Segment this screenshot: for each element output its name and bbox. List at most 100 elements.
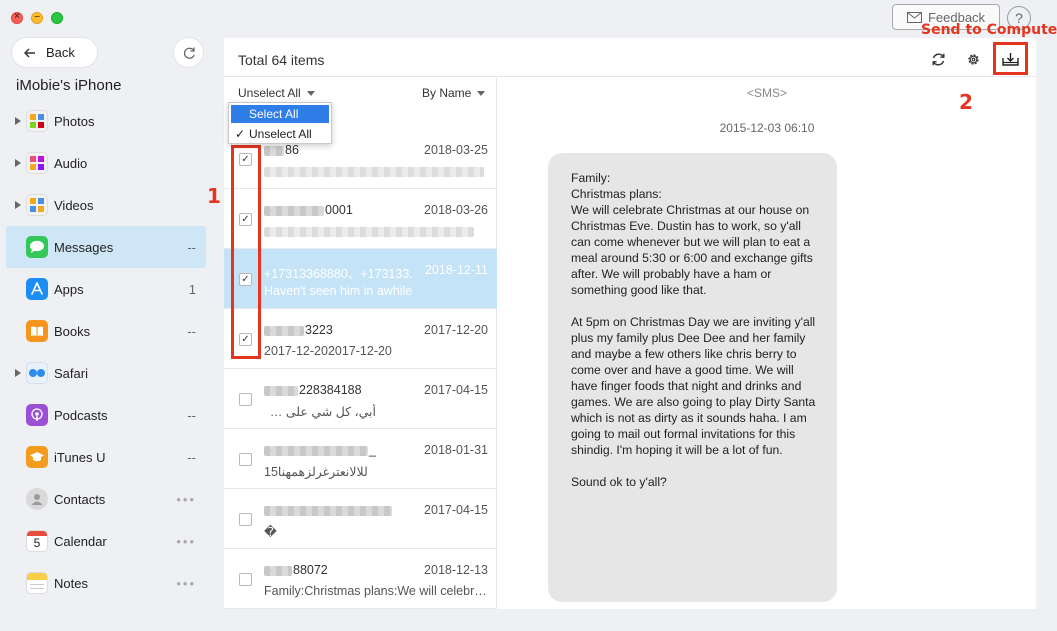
notes-icon [26, 572, 48, 594]
expand-arrow-icon[interactable] [15, 159, 21, 167]
row-checkbox[interactable] [239, 453, 252, 466]
zoom-window-button[interactable] [51, 12, 63, 24]
gear-icon [967, 53, 979, 65]
books-icon [26, 320, 48, 342]
back-button[interactable]: Back [12, 38, 97, 67]
row-checkbox[interactable] [239, 573, 252, 586]
list-item[interactable]: 228384188 2017-04-15 أبي، كل شي على ما ي… [224, 369, 497, 429]
sort-dropdown-label: By Name [422, 86, 472, 100]
device-name: iMobie's iPhone [16, 77, 122, 94]
sidebar-item-contacts[interactable]: Contacts ••• [6, 478, 206, 520]
row-preview [264, 164, 492, 178]
row-name [264, 503, 393, 517]
list-item[interactable]: _ 2018-01-31 للالانعترغرلزهمهنا15 [224, 429, 497, 489]
row-date: 2017-12-20 [424, 323, 488, 337]
total-items-label: Total 64 items [238, 52, 325, 68]
sidebar-item-calendar[interactable]: 5 Calendar ••• [6, 520, 206, 562]
sidebar-item-apps[interactable]: Apps 1 [6, 268, 206, 310]
expand-arrow-icon[interactable] [15, 369, 21, 377]
sidebar-item-label: iTunes U [54, 449, 106, 465]
main-header: Total 64 items [224, 38, 1036, 77]
apps-icon [26, 278, 48, 300]
messages-icon [26, 236, 48, 258]
sidebar-item-messages[interactable]: Messages -- [6, 226, 206, 268]
sidebar-list: Photos Audio Videos Messages -- Apps 1 B… [6, 100, 206, 604]
sidebar-item-label: Books [54, 323, 91, 339]
list-item[interactable]: ✓ 0001 2018-03-26 [224, 189, 497, 249]
sidebar-item-label: Contacts [54, 491, 106, 507]
itunes-u-icon [26, 446, 48, 468]
checkmark-icon: ✓ [235, 127, 246, 141]
settings-button[interactable] [962, 48, 984, 70]
row-name: 3223 [264, 323, 333, 337]
row-checkbox[interactable] [239, 513, 252, 526]
arrow-left-icon [24, 47, 35, 58]
annotation-box-send-button [993, 42, 1028, 75]
podcasts-icon [26, 404, 48, 426]
loading-dots: ••• [176, 533, 196, 549]
refresh-device-button[interactable] [174, 38, 203, 67]
list-item[interactable]: 88072 2018-12-13 Family:Christmas plans:… [224, 549, 497, 609]
message-timestamp: 2015-12-03 06:10 [719, 121, 815, 135]
message-detail-pane: <SMS> 2015-12-03 06:10 Family: Christmas… [498, 78, 1036, 609]
expand-arrow-icon[interactable] [15, 117, 21, 125]
select-dropdown-label: Unselect All [238, 86, 301, 100]
list-item[interactable]: ✓ 3223 2017-12-20 2017-12-202017-12-20 [224, 309, 497, 369]
row-name: _ [264, 443, 376, 457]
item-count: -- [187, 449, 196, 465]
row-name: 88072 [264, 563, 328, 577]
sort-dropdown[interactable]: By Name [422, 86, 486, 100]
sidebar-item-podcasts[interactable]: Podcasts -- [6, 394, 206, 436]
sidebar-item-label: Podcasts [54, 407, 108, 423]
sidebar-item-notes[interactable]: Notes ••• [6, 562, 206, 604]
window-controls: × – [11, 11, 63, 24]
sidebar-item-audio[interactable]: Audio [6, 142, 206, 184]
sidebar-item-videos[interactable]: Videos [6, 184, 206, 226]
loading-dots: ••• [176, 575, 196, 591]
row-date: 2018-12-13 [424, 563, 488, 577]
minimize-window-button[interactable]: – [31, 11, 43, 24]
chevron-down-icon [306, 90, 315, 96]
row-preview: Family:Christmas plans:We will celebr… [264, 584, 487, 598]
row-preview: Haven't seen him in awhile [264, 284, 413, 298]
loading-dots: ••• [176, 491, 196, 507]
menu-item-unselect-all[interactable]: ✓ Unselect All [229, 125, 331, 143]
sidebar-item-label: Videos [54, 197, 94, 213]
sidebar-item-label: Photos [54, 113, 95, 129]
row-date: 2018-12-11 [424, 263, 488, 277]
row-preview: 2017-12-202017-12-20 [264, 344, 392, 358]
row-date: 2018-01-31 [424, 443, 488, 457]
item-count: -- [187, 239, 196, 255]
calendar-icon: 5 [26, 530, 48, 552]
sidebar-item-label: Audio [54, 155, 88, 171]
sidebar-item-safari[interactable]: Safari [6, 352, 206, 394]
list-item-selected[interactable]: ✓ +17313368880、+173133. 2018-12-11 Haven… [224, 249, 497, 309]
photos-icon [26, 110, 48, 132]
refresh-list-button[interactable] [927, 48, 949, 70]
refresh-icon [932, 53, 945, 65]
row-checkbox[interactable] [239, 393, 252, 406]
row-preview: للالانعترغرلزهمهنا15 [264, 465, 368, 479]
sidebar-item-label: Notes [54, 575, 88, 591]
sidebar-item-books[interactable]: Books -- [6, 310, 206, 352]
sidebar-item-itunes-u[interactable]: iTunes U -- [6, 436, 206, 478]
message-bubble: Family: Christmas plans: We will celebra… [548, 153, 837, 602]
list-item[interactable]: 2017-04-15 � [224, 489, 497, 549]
select-all-dropdown[interactable]: Unselect All [238, 86, 315, 100]
expand-arrow-icon[interactable] [15, 201, 21, 209]
close-window-button[interactable]: × [11, 11, 23, 24]
message-list: ✓ 86 2018-03-25 ✓ 0001 2018-03-26 ✓ +173… [224, 129, 497, 609]
sidebar-item-label: Messages [54, 239, 114, 255]
annotation-step-2: 2 [959, 90, 973, 114]
message-type-tag: <SMS> [746, 86, 788, 100]
menu-item-select-all[interactable]: Select All [231, 105, 329, 123]
audio-icon [26, 152, 48, 174]
menu-item-label: Unselect All [249, 127, 312, 141]
chevron-down-icon [477, 90, 486, 96]
refresh-icon [183, 47, 195, 59]
sidebar-item-label: Calendar [54, 533, 107, 549]
row-name: 86 [264, 143, 299, 157]
videos-icon [26, 194, 48, 216]
sidebar-item-photos[interactable]: Photos [6, 100, 206, 142]
annotation-box-checkboxes [231, 145, 261, 359]
